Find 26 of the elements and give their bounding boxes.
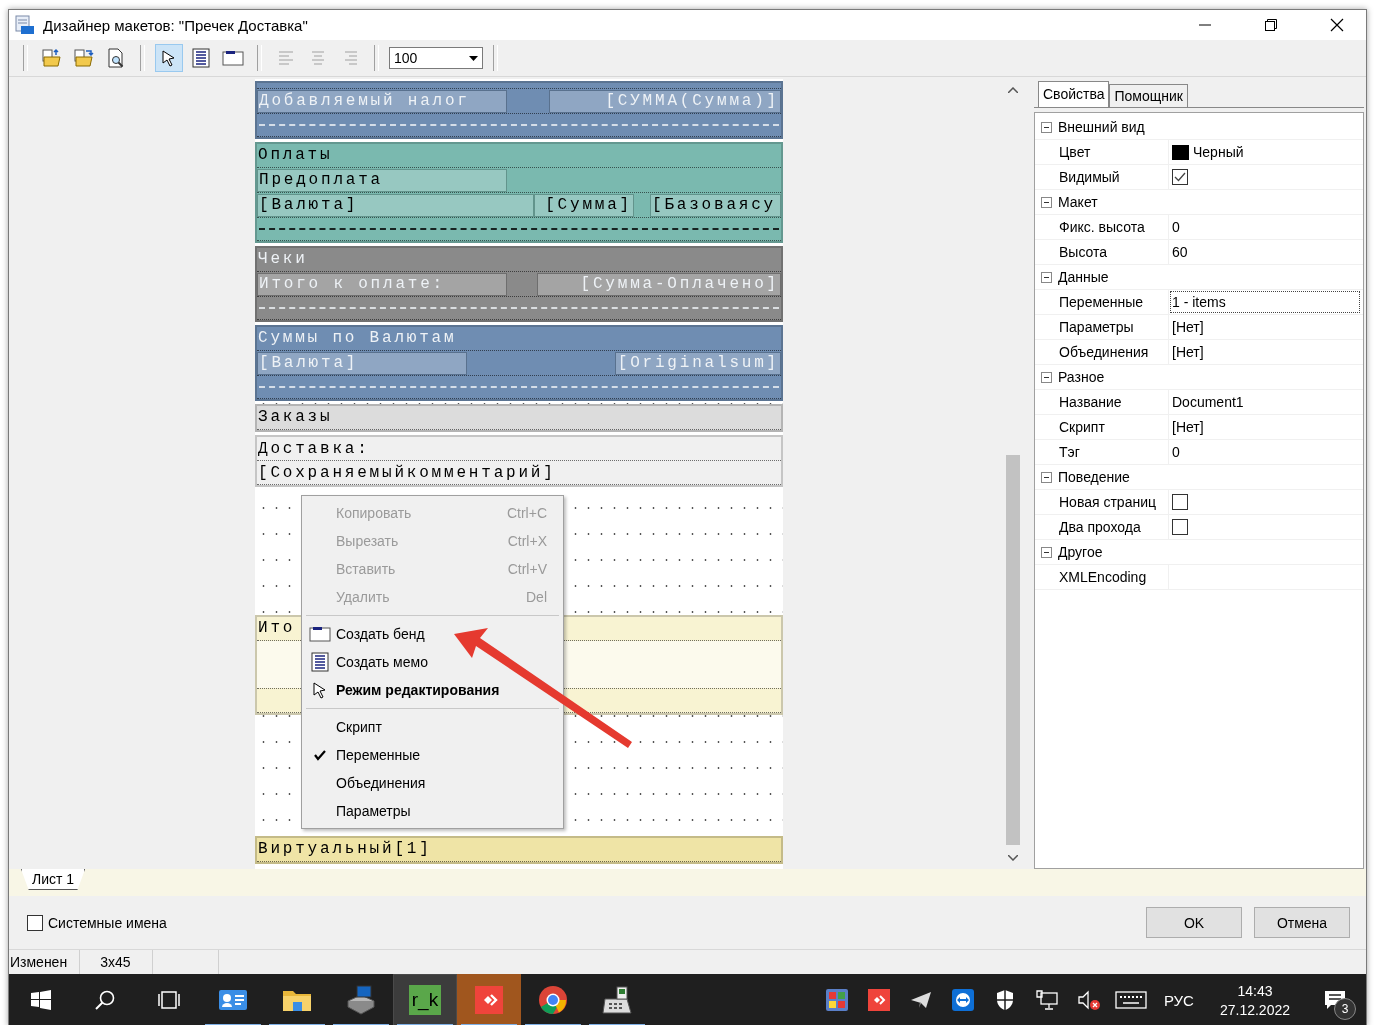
property-group-label: Данные (1058, 269, 1109, 285)
property-group-label: Внешний вид (1058, 119, 1145, 135)
property-name: Два прохода (1035, 515, 1169, 539)
property-name: Высота (1035, 240, 1169, 264)
window-title: Дизайнер макетов: "Пречек Доставка" (43, 16, 309, 34)
property-group-label: Макет (1058, 194, 1098, 210)
property-name: Тэг (1035, 440, 1169, 464)
property-name: Переменные (1035, 290, 1169, 314)
property-group-label: Другое (1058, 544, 1103, 560)
property-name: Видимый (1035, 165, 1169, 189)
property-group-label: Поведение (1058, 469, 1130, 485)
property-name: Цвет (1035, 140, 1169, 164)
property-name: Фикс. высота (1035, 215, 1169, 239)
band-title: Чеки (257, 248, 781, 272)
band-title: Оплаты (257, 144, 781, 168)
property-name: Скрипт (1035, 415, 1169, 439)
property-name: Параметры (1035, 315, 1169, 339)
checkbox-label: Системные имена (48, 914, 167, 931)
band-title: Суммы по Валютам (257, 327, 781, 351)
notification-count: 3 (1334, 998, 1356, 1020)
property-group-label: Разное (1058, 369, 1105, 385)
property-name: XMLEncoding (1035, 565, 1169, 589)
app-logo-icon: r_k (408, 985, 442, 1015)
property-name: Название (1035, 390, 1169, 414)
property-name: Объединения (1035, 340, 1169, 364)
property-name: Новая страниц (1035, 490, 1169, 514)
